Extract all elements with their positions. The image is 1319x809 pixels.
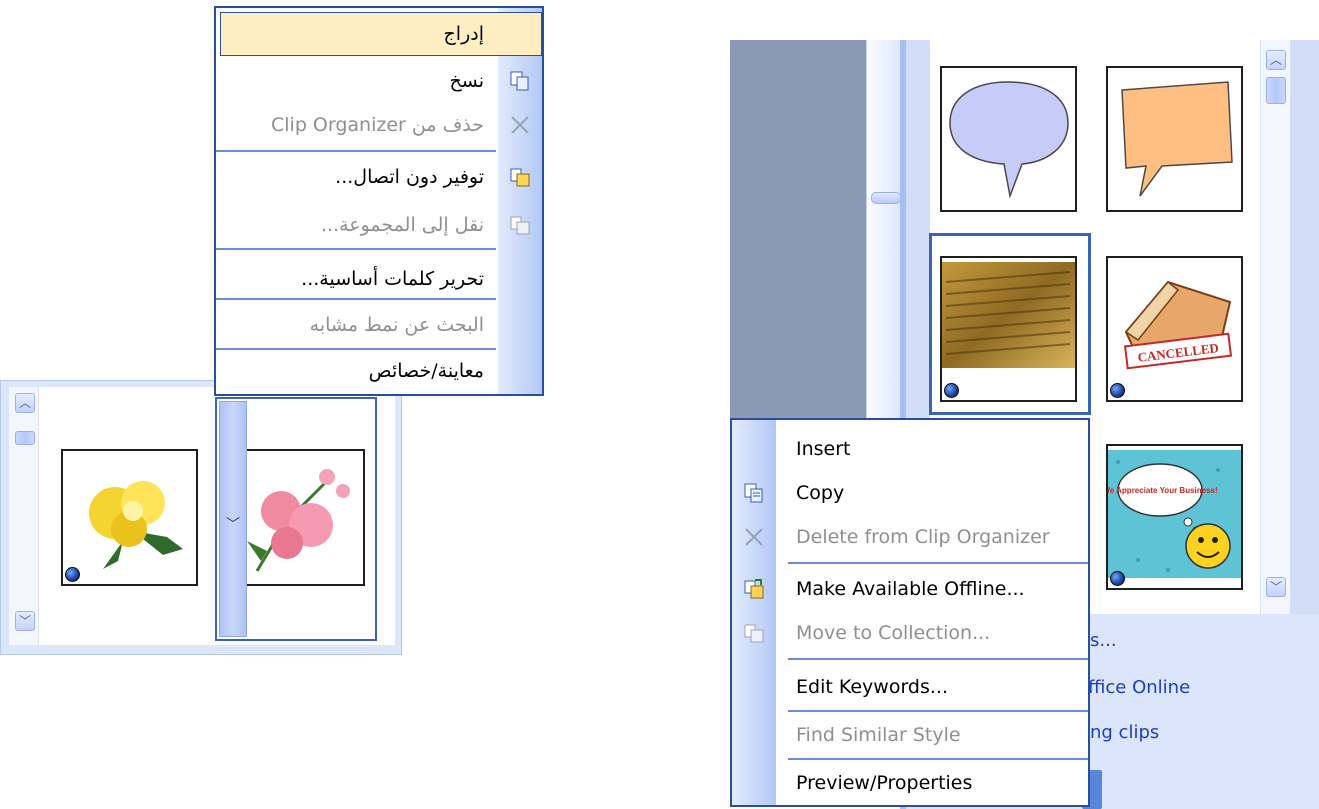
newspaper-photo-image	[942, 262, 1075, 368]
cancelled-bread-image: CANCELLED	[1123, 280, 1233, 370]
move-collection-icon	[510, 216, 530, 235]
clip-appreciate[interactable]: We Appreciate Your Business!	[1106, 444, 1243, 590]
menu-item-copy[interactable]: نسخ	[216, 60, 542, 102]
chevron-up-icon: ︿	[1269, 53, 1282, 67]
menu-separator	[788, 562, 1088, 564]
menu-item-label: توفير دون اتصال...	[335, 166, 484, 188]
results-scrollbar[interactable]	[1260, 40, 1290, 614]
online-globe-icon	[1110, 383, 1125, 398]
menu-item-edit-keywords[interactable]: تحرير كلمات أساسية...	[216, 258, 542, 300]
chevron-down-icon: ﹀	[1269, 580, 1282, 594]
menu-separator	[216, 298, 496, 300]
oval-speech-bubble-image	[949, 81, 1069, 199]
menu-item-label: البحث عن نمط مشابه	[309, 314, 484, 336]
splitter-handle[interactable]	[871, 192, 901, 204]
menu-item-insert[interactable]: إدراج	[216, 13, 542, 55]
appreciate-card-text: We Appreciate Your Business!	[1108, 486, 1218, 495]
clip-yellow-rose[interactable]	[61, 449, 198, 586]
yellow-rose-image	[89, 481, 183, 569]
menu-item-label: معاينة/خصائص	[368, 360, 484, 382]
menu-item-preview-properties[interactable]: Preview/Properties	[732, 762, 1088, 804]
tips-finding-clips-link[interactable]: ng clips	[1090, 722, 1159, 743]
menu-item-label: حذف من Clip Organizer	[271, 114, 484, 136]
menu-separator	[788, 758, 1088, 760]
menu-item-label: Move to Collection...	[796, 622, 991, 644]
menu-item-find-similar-style[interactable]: البحث عن نمط مشابه	[216, 304, 542, 346]
clip-speech-bubble-oval[interactable]	[940, 66, 1077, 212]
online-globe-icon	[65, 567, 80, 582]
menu-item-find-similar-style[interactable]: Find Similar Style	[732, 714, 1088, 756]
delete-x-icon	[745, 528, 763, 546]
menu-item-label: Preview/Properties	[796, 772, 973, 794]
menu-item-preview-properties[interactable]: معاينة/خصائص	[216, 350, 542, 392]
scroll-up-button[interactable]: ︿	[1266, 50, 1286, 70]
menu-item-label: تحرير كلمات أساسية...	[301, 268, 484, 290]
menu-separator	[216, 150, 496, 152]
rect-speech-bubble-image	[1121, 81, 1233, 197]
chevron-down-icon: ﹀	[18, 614, 31, 628]
appreciate-card-image: We Appreciate Your Business!	[1108, 450, 1241, 578]
scroll-thumb[interactable]	[1266, 77, 1286, 104]
menu-item-label: Insert	[796, 438, 851, 460]
online-globe-icon	[944, 383, 959, 398]
menu-item-insert[interactable]: Insert	[732, 428, 1088, 470]
online-globe-icon	[1110, 571, 1125, 586]
menu-item-move-to-collection[interactable]: نقل إلى المجموعة...	[216, 204, 542, 246]
scroll-down-button[interactable]: ﹀	[15, 611, 35, 631]
menu-item-delete-from-clip-organizer[interactable]: حذف من Clip Organizer	[216, 104, 542, 146]
clip-cancelled[interactable]: CANCELLED	[1106, 256, 1243, 402]
menu-item-label: Make Available Offline...	[796, 578, 1025, 600]
menu-item-label: نقل إلى المجموعة...	[320, 214, 484, 236]
offline-icon	[744, 579, 764, 599]
offline-icon	[510, 168, 530, 187]
menu-item-label: إدراج	[443, 23, 484, 45]
clip-art-online-link[interactable]: ffice Online	[1088, 677, 1190, 698]
pane-backdrop	[730, 40, 866, 430]
menu-item-label: Delete from Clip Organizer	[796, 526, 1050, 548]
chevron-down-icon: ﹀	[226, 517, 240, 533]
menu-separator	[216, 248, 496, 250]
scroll-thumb[interactable]	[15, 431, 35, 445]
menu-item-make-available-offline[interactable]: توفير دون اتصال...	[216, 156, 542, 198]
clip-dropdown-button[interactable]: ﹀	[219, 401, 247, 637]
menu-item-edit-keywords[interactable]: Edit Keywords...	[732, 666, 1088, 708]
context-menu-ar: إدراج نسخ حذف من Clip Organizer توفير دو…	[214, 6, 544, 396]
clip-newspaper[interactable]	[940, 256, 1077, 402]
pink-roses-image	[247, 469, 350, 572]
move-collection-icon	[744, 624, 764, 643]
menu-item-make-available-offline[interactable]: Make Available Offline...	[732, 568, 1088, 610]
context-menu-en: Insert Copy Delete from Clip Organizer M…	[730, 418, 1090, 807]
menu-item-label: Find Similar Style	[796, 724, 961, 746]
copy-icon	[744, 483, 763, 503]
menu-item-label: Edit Keywords...	[796, 676, 948, 698]
scroll-up-button[interactable]: ︿	[15, 393, 35, 413]
menu-item-move-to-collection[interactable]: Move to Collection...	[732, 612, 1088, 654]
menu-item-copy[interactable]: Copy	[732, 472, 1088, 514]
menu-item-delete-from-clip-organizer[interactable]: Delete from Clip Organizer	[732, 516, 1088, 558]
clip-speech-bubble-rect[interactable]	[1106, 66, 1243, 212]
delete-x-icon	[511, 116, 529, 134]
clip-pink-roses[interactable]	[247, 449, 365, 586]
arabic-clipart-pane: ︿ ﹀ ﹀	[0, 380, 402, 655]
menu-item-label: Copy	[796, 482, 845, 504]
scroll-down-button[interactable]: ﹀	[1266, 577, 1286, 597]
copy-icon	[510, 71, 529, 91]
menu-separator	[788, 710, 1088, 712]
results-scrollbar[interactable]	[9, 387, 39, 645]
menu-separator	[788, 658, 1088, 660]
menu-item-label: نسخ	[449, 70, 484, 92]
chevron-up-icon: ︿	[18, 396, 31, 410]
organize-clips-link[interactable]: s...	[1090, 630, 1117, 651]
pane-splitter	[866, 40, 900, 430]
